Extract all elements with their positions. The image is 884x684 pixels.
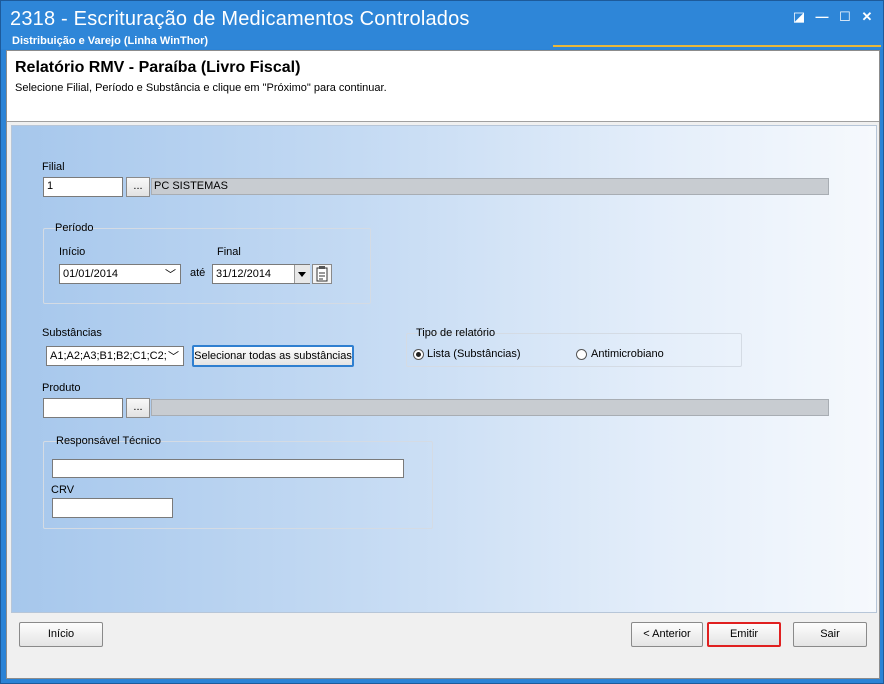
wizard-client-area: Relatório RMV - Paraíba (Livro Fiscal) S… bbox=[6, 50, 880, 679]
final-dropdown-button[interactable] bbox=[294, 265, 310, 283]
final-date-value: 31/12/2014 bbox=[216, 268, 272, 280]
filial-code-input[interactable]: 1 bbox=[43, 177, 123, 197]
chevron-down-icon: ﹀ bbox=[165, 269, 176, 281]
title-bar: 2318 - Escrituração de Medicamentos Cont… bbox=[1, 1, 883, 49]
title-accent-line bbox=[553, 45, 881, 47]
chevron-down-icon: ﹀ bbox=[166, 348, 179, 365]
filial-label: Filial bbox=[42, 161, 65, 173]
tipo-relatorio-label: Tipo de relatório bbox=[416, 327, 496, 339]
radio-antimicrobiano-label[interactable]: Antimicrobiano bbox=[591, 348, 664, 360]
periodo-label: Período bbox=[55, 222, 94, 234]
produto-lookup-button[interactable]: ... bbox=[126, 398, 150, 418]
dropdown-arrow-icon bbox=[298, 272, 306, 277]
produto-name-field bbox=[151, 399, 829, 416]
window-subtitle: Distribuição e Varejo (Linha WinThor) bbox=[12, 35, 209, 47]
window-title: 2318 - Escrituração de Medicamentos Cont… bbox=[10, 8, 470, 30]
sair-button[interactable]: Sair bbox=[793, 622, 867, 647]
select-all-substances-button[interactable]: Selecionar todas as substâncias bbox=[192, 345, 354, 367]
maximize-icon[interactable]: ☐ bbox=[837, 9, 853, 25]
wizard-header: Relatório RMV - Paraíba (Livro Fiscal) S… bbox=[7, 51, 879, 122]
radio-antimicrobiano[interactable] bbox=[576, 349, 587, 360]
substancias-value: A1;A2;A3;B1;B2;C1;C2; bbox=[50, 350, 167, 362]
wizard-footer: Início < Anterior Emitir Sair bbox=[7, 617, 879, 678]
final-label: Final bbox=[217, 246, 241, 258]
responsavel-input[interactable] bbox=[52, 459, 404, 478]
inicio-date-picker[interactable]: 01/01/2014 ﹀ bbox=[59, 264, 181, 284]
responsavel-label: Responsável Técnico bbox=[56, 435, 161, 447]
substancias-label: Substâncias bbox=[42, 327, 102, 339]
filial-lookup-button[interactable]: ... bbox=[126, 177, 150, 197]
restore-layout-icon[interactable]: ◪ bbox=[791, 9, 807, 25]
calendar-button[interactable] bbox=[312, 264, 332, 284]
form-panel: Filial 1 ... PC SISTEMAS Período Início … bbox=[11, 125, 877, 613]
anterior-button[interactable]: < Anterior bbox=[631, 622, 703, 647]
produto-label: Produto bbox=[42, 382, 81, 394]
inicio-date-value: 01/01/2014 bbox=[63, 268, 119, 280]
radio-lista-label[interactable]: Lista (Substâncias) bbox=[427, 348, 521, 360]
crv-label: CRV bbox=[51, 484, 75, 496]
produto-code-input[interactable] bbox=[43, 398, 123, 418]
emitir-button[interactable]: Emitir bbox=[707, 622, 781, 647]
ate-label: até bbox=[190, 267, 206, 279]
page-title: Relatório RMV - Paraíba (Livro Fiscal) bbox=[15, 59, 301, 76]
crv-input[interactable] bbox=[52, 498, 173, 518]
minimize-icon[interactable]: — bbox=[814, 9, 830, 25]
page-description: Selecione Filial, Período e Substância e… bbox=[15, 82, 387, 94]
inicio-button[interactable]: Início bbox=[19, 622, 103, 647]
app-window: 2318 - Escrituração de Medicamentos Cont… bbox=[0, 0, 884, 684]
close-icon[interactable]: ✕ bbox=[859, 9, 875, 25]
filial-name-field: PC SISTEMAS bbox=[151, 178, 829, 195]
radio-lista-substancias[interactable] bbox=[413, 349, 424, 360]
substancias-select[interactable]: A1;A2;A3;B1;B2;C1;C2; ﹀ bbox=[46, 346, 184, 366]
inicio-label: Início bbox=[59, 246, 86, 258]
calendar-icon bbox=[316, 266, 328, 282]
